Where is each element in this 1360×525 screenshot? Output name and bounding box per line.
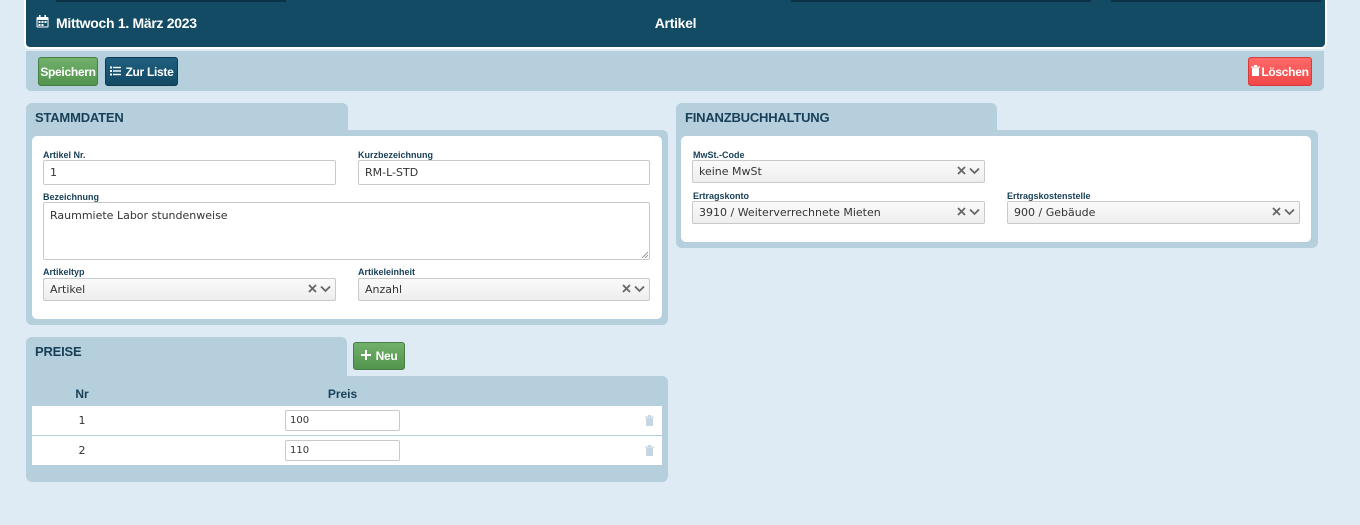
artikeltyp-value: Artikel — [50, 283, 86, 296]
toolbar: Speichern Zur Liste Löschen — [26, 51, 1324, 91]
price-input[interactable]: 110 — [285, 440, 400, 461]
ertragskonto-label: Ertragskonto — [693, 191, 750, 201]
bezeichnung-textarea[interactable]: Raummiete Labor stundenweise — [43, 202, 650, 260]
price-input[interactable]: 100 — [285, 410, 400, 431]
artikel-nr-label: Artikel Nr. — [43, 150, 86, 160]
bezeichnung-text: Raummiete Labor stundenweise — [50, 209, 228, 222]
artikeltyp-label: Artikeltyp — [43, 267, 85, 277]
header-tab-indicator — [56, 0, 286, 2]
add-price-button-label: Neu — [375, 349, 398, 363]
row-nr: 1 — [78, 414, 86, 427]
kostenstelle-label: Ertragskostenstelle — [1007, 191, 1091, 201]
trash-icon — [1251, 64, 1261, 79]
section-fibu — [676, 130, 1318, 248]
save-button[interactable]: Speichern — [38, 57, 98, 86]
mwst-value: keine MwSt — [699, 165, 762, 178]
artikeleinheit-select[interactable]: Anzahl — [358, 278, 650, 301]
section-title: FINANZBUCHHALTUNG — [685, 110, 830, 125]
app-header: Mittwoch 1. März 2023 Artikel — [24, 0, 1327, 49]
column-header-preis: Preis — [327, 387, 358, 401]
header-tab-indicator — [1111, 0, 1321, 2]
trash-icon[interactable] — [645, 445, 654, 459]
list-icon — [109, 65, 121, 79]
chevron-down-icon[interactable] — [969, 205, 980, 219]
kostenstelle-select[interactable]: 900 / Gebäude — [1007, 201, 1300, 224]
mwst-label: MwSt.-Code — [693, 150, 745, 160]
kurzbezeichnung-input[interactable]: RM-L-STD — [358, 160, 650, 185]
table-row: 1 100 — [32, 406, 662, 435]
clear-icon[interactable] — [957, 205, 966, 219]
chevron-down-icon[interactable] — [320, 282, 331, 296]
row-nr: 2 — [78, 444, 86, 457]
table-row: 2 110 — [32, 436, 662, 465]
artikeleinheit-value: Anzahl — [365, 283, 403, 296]
column-header-nr: Nr — [75, 387, 89, 401]
clear-icon[interactable] — [1272, 205, 1281, 219]
plus-icon — [360, 349, 371, 363]
save-button-label: Speichern — [40, 64, 96, 79]
add-price-button[interactable]: Neu — [353, 342, 405, 370]
section-stammdaten-header: STAMMDATEN — [26, 103, 348, 133]
artikeltyp-select[interactable]: Artikel — [43, 278, 336, 301]
to-list-button-label: Zur Liste — [125, 64, 174, 79]
kostenstelle-value: 900 / Gebäude — [1014, 206, 1096, 219]
artikel-nr-input[interactable]: 1 — [43, 160, 336, 185]
chevron-down-icon[interactable] — [969, 164, 980, 178]
delete-button-label: Löschen — [1261, 64, 1309, 79]
ertragskonto-select[interactable]: 3910 / Weiterverrechnete Mieten — [692, 201, 985, 224]
section-title: STAMMDATEN — [35, 110, 124, 125]
trash-icon[interactable] — [645, 415, 654, 429]
clear-icon[interactable] — [622, 282, 631, 296]
delete-button[interactable]: Löschen — [1248, 57, 1312, 86]
chevron-down-icon[interactable] — [634, 282, 645, 296]
page-title: Artikel — [654, 15, 697, 31]
clear-icon[interactable] — [957, 164, 966, 178]
mwst-select[interactable]: keine MwSt — [692, 160, 985, 183]
fibu-card — [681, 136, 1311, 242]
artikeleinheit-label: Artikeleinheit — [358, 267, 416, 277]
section-title: PREISE — [35, 344, 82, 359]
to-list-button[interactable]: Zur Liste — [105, 57, 178, 86]
resize-handle-icon[interactable] — [641, 251, 648, 258]
header-tab-indicator — [791, 0, 1091, 2]
section-preise-header: PREISE — [26, 337, 347, 379]
section-fibu-header: FINANZBUCHHALTUNG — [676, 103, 997, 133]
ertragskonto-value: 3910 / Weiterverrechnete Mieten — [699, 206, 881, 219]
chevron-down-icon[interactable] — [1284, 205, 1295, 219]
clear-icon[interactable] — [308, 282, 317, 296]
kurzbezeichnung-label: Kurzbezeichnung — [358, 150, 434, 160]
bezeichnung-label: Bezeichnung — [43, 192, 100, 202]
